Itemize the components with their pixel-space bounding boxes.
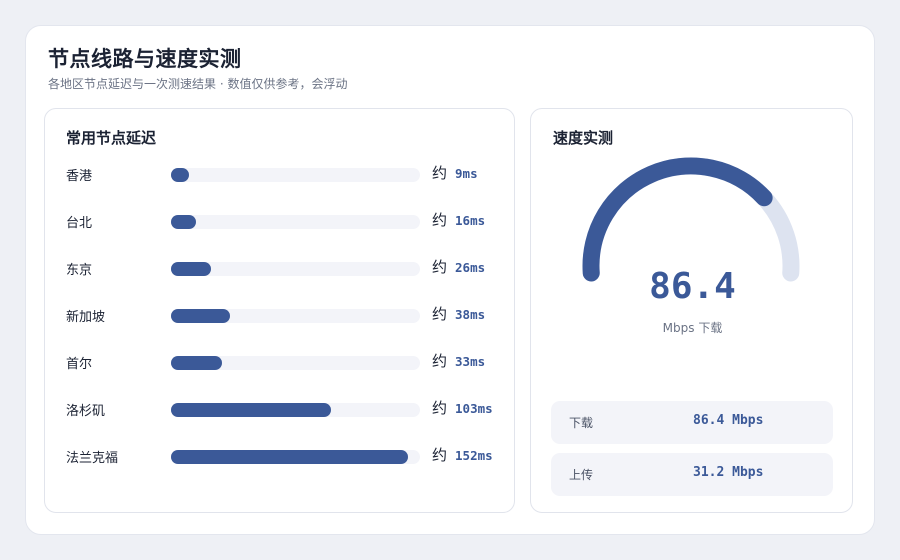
node-row: 新加坡 约 38ms	[45, 303, 514, 327]
latency-bar-fill	[171, 215, 196, 229]
node-name: 首尔	[66, 357, 93, 372]
download-label: 下载	[569, 416, 594, 430]
latency-value: 约 9ms	[432, 162, 478, 183]
latency-value: 约 103ms	[432, 397, 493, 418]
latency-bar-fill	[171, 356, 222, 370]
latency-bar-track	[171, 356, 420, 370]
approx-label: 约	[432, 164, 448, 182]
download-value: 86.4 Mbps	[693, 413, 764, 428]
latency-bar-fill	[171, 168, 189, 182]
node-row: 香港 约 9ms	[45, 162, 514, 186]
latency-value: 约 26ms	[432, 256, 485, 277]
gauge-track	[582, 157, 800, 282]
approx-label: 约	[432, 258, 448, 276]
node-row: 洛杉矶 约 103ms	[45, 397, 514, 421]
node-name: 香港	[66, 169, 93, 184]
approx-label: 约	[432, 399, 448, 417]
latency-ms: 152ms	[455, 448, 493, 463]
latency-bar-track	[171, 403, 420, 417]
latency-ms: 9ms	[455, 166, 478, 181]
latency-bar-fill	[171, 262, 211, 276]
latency-value: 约 33ms	[432, 350, 485, 371]
latency-value: 约 16ms	[432, 209, 485, 230]
node-name: 法兰克福	[66, 451, 119, 466]
latency-bar-track	[171, 450, 420, 464]
latency-ms: 33ms	[455, 354, 486, 369]
latency-value: 约 38ms	[432, 303, 485, 324]
node-name: 台北	[66, 216, 93, 231]
page-title: 节点线路与速度实测	[48, 47, 242, 71]
latency-bar-fill	[171, 450, 408, 464]
latency-bar-fill	[171, 403, 331, 417]
latency-bar-fill	[171, 309, 230, 323]
speed-card: 速度实测 86.4 Mbps 下载 下载 86.4 Mbps 上传 31.2 M…	[530, 108, 853, 513]
node-row: 首尔 约 33ms	[45, 350, 514, 374]
latency-bar-track	[171, 262, 420, 276]
speed-card-title: 速度实测	[553, 129, 614, 147]
approx-label: 约	[432, 446, 448, 464]
approx-label: 约	[432, 352, 448, 370]
download-stat: 下载 86.4 Mbps	[551, 401, 833, 444]
gauge-value: 86.4	[649, 266, 736, 307]
latency-ms: 38ms	[455, 307, 486, 322]
latency-ms: 16ms	[455, 213, 486, 228]
node-row: 台北 约 16ms	[45, 209, 514, 233]
node-name: 洛杉矶	[66, 404, 106, 419]
node-row: 东京 约 26ms	[45, 256, 514, 280]
latency-ms: 26ms	[455, 260, 486, 275]
latency-card: 常用节点延迟 香港约 9ms 台北约 16ms 东京约 26ms 新加坡约 38ms 首尔约 33…	[44, 108, 515, 513]
approx-label: 约	[432, 305, 448, 323]
gauge-unit: Mbps 下载	[662, 321, 723, 335]
upload-label: 上传	[569, 468, 594, 482]
page-subtitle: 各地区节点延迟与一次测速结果 · 数值仅供参考，会浮动	[48, 77, 348, 91]
latency-card-title: 常用节点延迟	[66, 129, 157, 147]
upload-stat: 上传 31.2 Mbps	[551, 453, 833, 496]
upload-value: 31.2 Mbps	[693, 465, 764, 480]
node-name: 东京	[66, 263, 93, 278]
node-row: 法兰克福 约 152ms	[45, 444, 514, 468]
gauge-fill	[582, 157, 773, 282]
node-name: 新加坡	[66, 310, 106, 325]
approx-label: 约	[432, 211, 448, 229]
latency-bar-track	[171, 309, 420, 323]
latency-bar-track	[171, 215, 420, 229]
latency-ms: 103ms	[455, 401, 493, 416]
latency-value: 约 152ms	[432, 444, 493, 465]
latency-bar-track	[171, 168, 420, 182]
